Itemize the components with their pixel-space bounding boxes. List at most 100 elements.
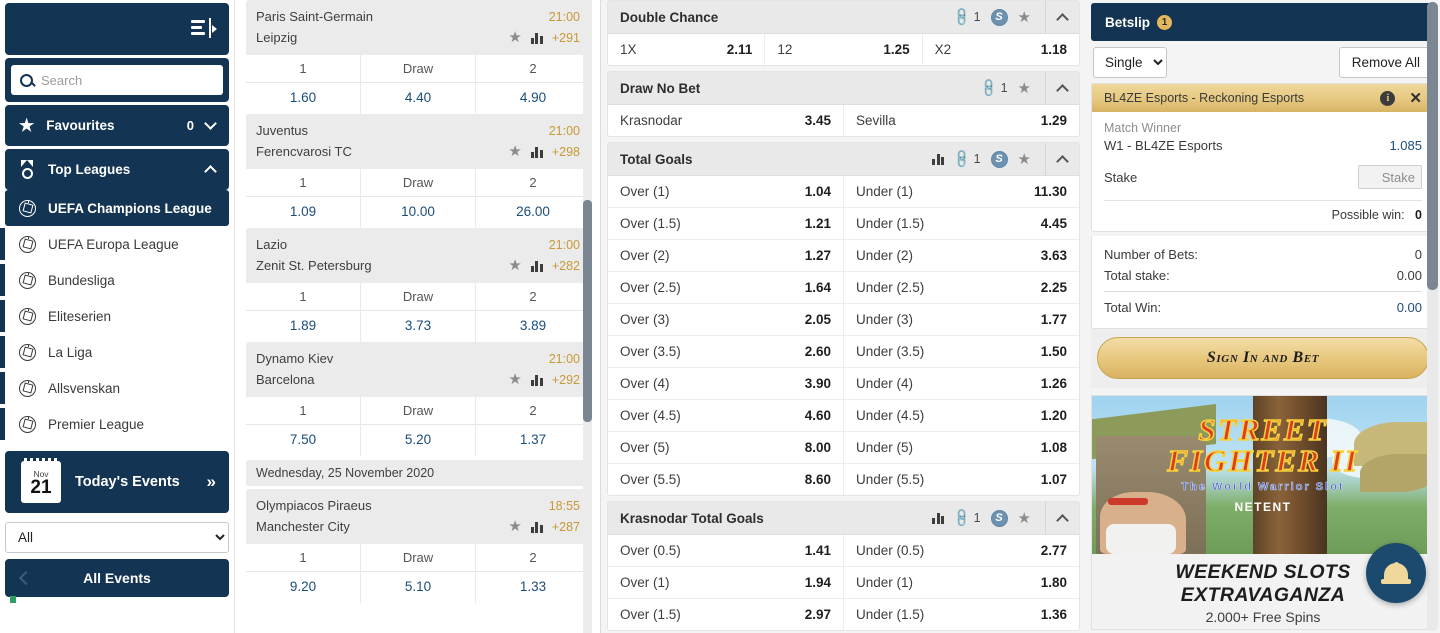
selection-button[interactable]: Over (1) 1.94 — [608, 567, 843, 598]
collapse-sidebar-icon[interactable] — [191, 18, 217, 40]
favourite-star-icon[interactable]: ★ — [508, 144, 521, 159]
sidebar-item-allsvenskan[interactable]: Allsvenskan — [0, 370, 229, 406]
link-icon[interactable]: 🔗 1 — [951, 507, 980, 529]
match-header[interactable]: Olympiacos Piraeus 18:55 Manchester City… — [246, 489, 590, 544]
collapse-market-icon[interactable] — [1045, 0, 1079, 34]
info-icon[interactable]: i — [1380, 90, 1396, 106]
odds-button[interactable]: 4.90 — [475, 83, 590, 114]
sign-in-and-bet-button[interactable]: Sign In and Bet — [1097, 337, 1429, 379]
cashout-icon[interactable]: S — [990, 8, 1008, 26]
chevron-left-icon[interactable] — [18, 570, 34, 586]
bet-type-select[interactable]: Single — [1093, 47, 1167, 78]
favourite-star-icon[interactable]: ★ — [1018, 152, 1031, 167]
support-button[interactable] — [1366, 543, 1426, 603]
match-header[interactable]: Paris Saint-Germain 21:00 Leipzig ★ +291 — [246, 0, 590, 55]
chevron-up-icon[interactable] — [204, 165, 217, 178]
selection-button[interactable]: Under (4) 1.26 — [843, 368, 1079, 399]
selection-button[interactable]: Under (5) 1.08 — [843, 432, 1079, 463]
odds-button[interactable]: 4.40 — [360, 83, 475, 114]
favourite-star-icon[interactable]: ★ — [508, 30, 521, 45]
selection-button[interactable]: Over (3) 2.05 — [608, 304, 843, 335]
favourite-star-icon[interactable]: ★ — [508, 372, 521, 387]
favourite-star-icon[interactable]: ★ — [1018, 511, 1031, 526]
cashout-icon[interactable]: S — [990, 150, 1008, 168]
favourite-star-icon[interactable]: ★ — [508, 258, 521, 273]
odds-button[interactable]: 9.20 — [246, 572, 360, 603]
odds-button[interactable]: 1.89 — [246, 311, 360, 342]
sidebar-item-premier-league[interactable]: Premier League — [0, 406, 229, 442]
todays-events-button[interactable]: Nov 21 Today's Events » — [5, 451, 229, 513]
page-scrollbar-thumb[interactable] — [1427, 2, 1438, 290]
search-box[interactable] — [11, 65, 223, 95]
selection-button[interactable]: Over (2) 1.27 — [608, 240, 843, 271]
odds-button[interactable]: 26.00 — [475, 197, 590, 228]
odds-button[interactable]: 3.89 — [475, 311, 590, 342]
selection-button[interactable]: Over (4) 3.90 — [608, 368, 843, 399]
selection-button[interactable]: Under (4.5) 1.20 — [843, 400, 1079, 431]
selection-button[interactable]: Under (3.5) 1.50 — [843, 336, 1079, 367]
more-markets-count[interactable]: +282 — [552, 259, 580, 273]
selection-button[interactable]: X2 1.18 — [921, 34, 1079, 65]
sport-filter-select[interactable]: All — [5, 522, 229, 553]
selection-button[interactable]: Sevilla 1.29 — [843, 105, 1079, 136]
selection-button[interactable]: Under (5.5) 1.07 — [843, 464, 1079, 495]
close-icon[interactable]: ✕ — [1409, 91, 1422, 106]
selection-button[interactable]: Over (3.5) 2.60 — [608, 336, 843, 367]
search-input[interactable] — [41, 72, 214, 88]
events-scrollbar-track[interactable] — [583, 0, 592, 633]
statistics-icon[interactable] — [530, 374, 543, 386]
selection-button[interactable]: Over (5.5) 8.60 — [608, 464, 843, 495]
statistics-icon[interactable] — [530, 146, 543, 158]
chevron-down-icon[interactable] — [204, 117, 217, 130]
sidebar-item-favourites[interactable]: ★ Favourites 0 — [5, 105, 229, 146]
statistics-icon[interactable] — [932, 153, 945, 165]
selection-button[interactable]: Under (1) 1.80 — [843, 567, 1079, 598]
odds-button[interactable]: 3.73 — [360, 311, 475, 342]
market-header[interactable]: Double Chance 🔗 1 S ★ — [608, 0, 1079, 34]
selection-button[interactable]: Over (0.5) 1.41 — [608, 535, 843, 566]
favourite-star-icon[interactable]: ★ — [1018, 81, 1031, 96]
selection-button[interactable]: Under (0.5) 2.77 — [843, 535, 1079, 566]
sidebar-item-uefa-europa-league[interactable]: UEFA Europa League — [0, 226, 229, 262]
link-icon[interactable]: 🔗 1 — [978, 77, 1007, 99]
collapse-market-icon[interactable] — [1045, 501, 1079, 535]
selection-button[interactable]: Krasnodar 3.45 — [608, 105, 843, 136]
events-scrollbar-thumb[interactable] — [583, 200, 592, 422]
sidebar-item-top-leagues[interactable]: Top Leagues — [5, 149, 229, 190]
sidebar-item-la-liga[interactable]: La Liga — [0, 334, 229, 370]
favourite-star-icon[interactable]: ★ — [508, 519, 521, 534]
odds-button[interactable]: 1.60 — [246, 83, 360, 114]
odds-button[interactable]: 5.20 — [360, 425, 475, 456]
sidebar-item-eliteserien[interactable]: Eliteserien — [0, 298, 229, 334]
selection-button[interactable]: Under (2) 3.63 — [843, 240, 1079, 271]
match-header[interactable]: Dynamo Kiev 21:00 Barcelona ★ +292 — [246, 342, 590, 397]
double-chevron-right-icon[interactable]: » — [207, 472, 217, 492]
link-icon[interactable]: 🔗 1 — [951, 6, 980, 28]
sidebar-item-uefa-champions-league[interactable]: UEFA Champions League — [5, 190, 229, 226]
selection-button[interactable]: Over (2.5) 1.64 — [608, 272, 843, 303]
selection-button[interactable]: 12 1.25 — [764, 34, 921, 65]
more-markets-count[interactable]: +292 — [552, 373, 580, 387]
odds-button[interactable]: 1.33 — [475, 572, 590, 603]
selection-button[interactable]: Over (5) 8.00 — [608, 432, 843, 463]
more-markets-count[interactable]: +298 — [552, 145, 580, 159]
statistics-icon[interactable] — [530, 32, 543, 44]
all-events-button[interactable]: All Events — [5, 559, 229, 603]
odds-button[interactable]: 1.37 — [475, 425, 590, 456]
selection-button[interactable]: Over (1.5) 2.97 — [608, 599, 843, 630]
market-header[interactable]: Total Goals 🔗 1 S ★ — [608, 142, 1079, 176]
market-header[interactable]: Krasnodar Total Goals 🔗 1 S ★ — [608, 501, 1079, 535]
more-markets-count[interactable]: +291 — [552, 31, 580, 45]
collapse-market-icon[interactable] — [1045, 71, 1079, 105]
selection-button[interactable]: Over (1) 1.04 — [608, 176, 843, 207]
odds-button[interactable]: 10.00 — [360, 197, 475, 228]
statistics-icon[interactable] — [932, 512, 945, 524]
stake-input[interactable] — [1358, 165, 1422, 189]
favourite-star-icon[interactable]: ★ — [1018, 10, 1031, 25]
selection-button[interactable]: Under (3) 1.77 — [843, 304, 1079, 335]
odds-button[interactable]: 7.50 — [246, 425, 360, 456]
selection-button[interactable]: 1X 2.11 — [608, 34, 764, 65]
cashout-icon[interactable]: S — [990, 509, 1008, 527]
sidebar-item-bundesliga[interactable]: Bundesliga — [0, 262, 229, 298]
statistics-icon[interactable] — [530, 260, 543, 272]
